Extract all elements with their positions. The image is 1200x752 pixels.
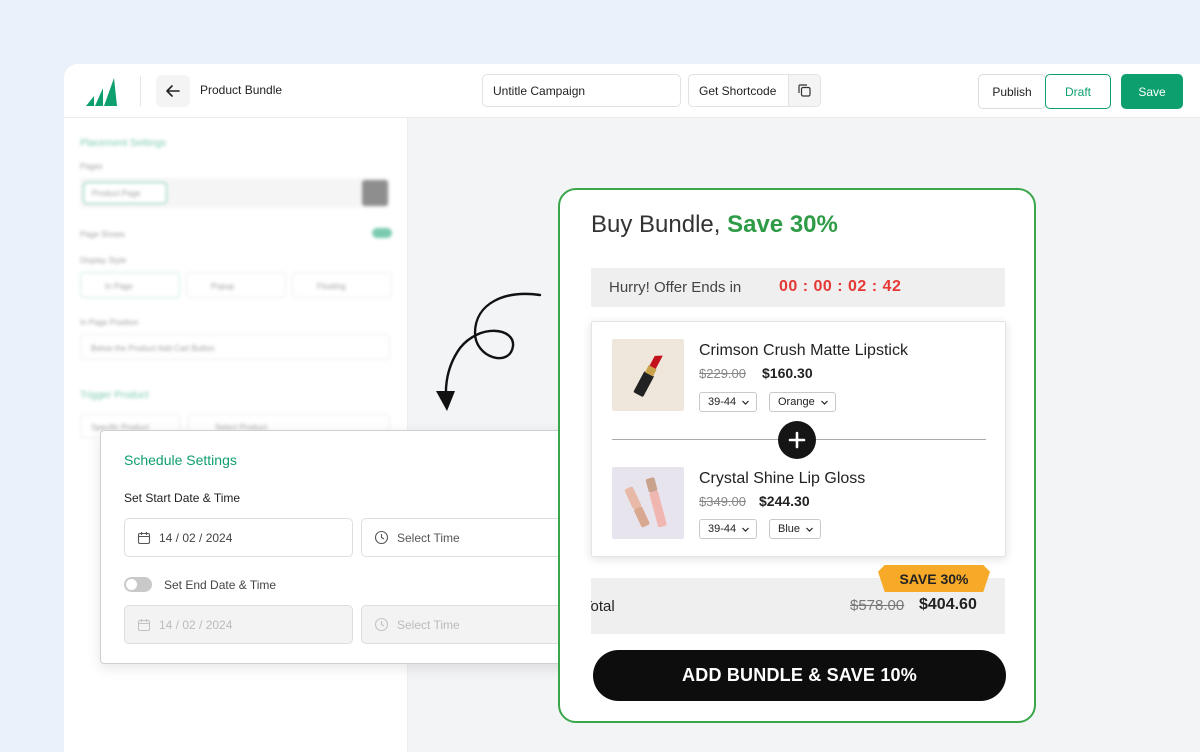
display-style-label: Display Style: [80, 256, 127, 265]
clock-icon: [374, 617, 389, 632]
product-new-price: $244.30: [759, 493, 810, 509]
page-title: Product Bundle: [200, 83, 283, 97]
total-label-text: Total: [591, 598, 615, 615]
back-button[interactable]: [156, 75, 190, 107]
pages-add-button[interactable]: [362, 180, 388, 206]
add-bundle-button[interactable]: ADD BUNDLE & SAVE 10%: [593, 650, 1006, 701]
countdown-timer: 00 : 00 : 02 : 42: [779, 278, 902, 295]
shortcode-label: Get Shortcode: [699, 83, 777, 98]
position-label: In Page Position: [80, 318, 139, 327]
plus-icon: [778, 421, 816, 459]
chevron-down-icon: [742, 527, 750, 532]
draft-button[interactable]: Draft: [1045, 74, 1111, 109]
total-new-price: $404.60: [919, 596, 977, 613]
schedule-settings-panel: Schedule Settings Set Start Date & Time …: [100, 430, 614, 664]
trigger-product-heading: Trigger Product: [80, 390, 149, 401]
countdown-label: Hurry! Offer Ends in: [609, 279, 742, 296]
start-date-value: 14 / 02 / 2024: [159, 530, 233, 545]
position-value: Below the Product Add Cart Button: [91, 344, 215, 353]
save-button[interactable]: Save: [1121, 74, 1183, 109]
start-date-label: Set Start Date & Time: [124, 491, 241, 505]
countdown-bar: Hurry! Offer Ends in 00 : 00 : 02 : 42: [591, 268, 1005, 307]
position-select[interactable]: Below the Product Add Cart Button: [80, 334, 390, 360]
end-date-field[interactable]: 14 / 02 / 2024: [124, 605, 353, 644]
display-option-popup[interactable]: Popup: [186, 272, 286, 298]
lip-gloss-icon: [624, 477, 667, 528]
display-option-label: In Page: [105, 282, 133, 291]
chevron-down-icon: [742, 400, 750, 405]
start-date-field[interactable]: 14 / 02 / 2024: [124, 518, 353, 557]
chevron-down-icon: [806, 527, 813, 532]
end-time-select[interactable]: Select Time: [361, 605, 590, 644]
total-label: Total: [591, 598, 631, 615]
size-value: 39-44: [708, 523, 737, 535]
placement-settings-heading: Placement Settings: [80, 138, 167, 149]
product-new-price: $160.30: [762, 365, 813, 381]
color-select[interactable]: Orange: [769, 392, 836, 412]
product-name: Crimson Crush Matte Lipstick: [699, 342, 908, 359]
color-value: Blue: [778, 523, 801, 535]
bundle-preview-widget: Buy Bundle, Save 30% Hurry! Offer Ends i…: [558, 188, 1036, 723]
size-select[interactable]: 39-44: [699, 392, 758, 412]
product-image-lip-gloss: [612, 467, 684, 539]
campaign-name-input[interactable]: [482, 74, 681, 107]
pages-chip-label: Product Page: [92, 189, 141, 198]
product-old-price: $349.00: [699, 494, 746, 509]
brand-logo: [86, 78, 117, 106]
calendar-icon: [137, 618, 151, 632]
product-name: Crystal Shine Lip Gloss: [699, 470, 866, 487]
schedule-settings-title: Schedule Settings: [124, 452, 237, 468]
arrow-left-icon: [166, 85, 180, 97]
end-date-value: 14 / 02 / 2024: [159, 617, 233, 632]
end-time-placeholder: Select Time: [397, 617, 460, 632]
bundle-products: Crimson Crush Matte Lipstick $229.00 $16…: [591, 321, 1006, 557]
end-date-toggle[interactable]: [124, 577, 152, 592]
color-select[interactable]: Blue: [769, 519, 822, 539]
size-value: 39-44: [708, 396, 737, 408]
bundle-title-prefix: Buy Bundle,: [591, 211, 728, 238]
display-option-label: Popup: [211, 282, 235, 291]
pages-field[interactable]: Product Page: [80, 178, 390, 208]
product-image-lipstick: [612, 339, 684, 411]
copy-icon: [798, 84, 811, 97]
clock-icon: [374, 530, 389, 545]
page-shows-toggle[interactable]: [372, 228, 392, 238]
start-time-placeholder: Select Time: [397, 530, 460, 545]
display-option-floating[interactable]: Floating: [292, 272, 392, 298]
pages-label: Pages: [80, 162, 103, 171]
chevron-down-icon: [820, 400, 828, 405]
start-time-select[interactable]: Select Time: [361, 518, 590, 557]
color-value: Orange: [778, 396, 815, 408]
bundle-title-highlight: Save 30%: [727, 211, 838, 238]
top-bar: Product Bundle Get Shortcode Publish Dra…: [64, 64, 1200, 118]
page-shows-label: Page Shows: [80, 230, 125, 239]
calendar-icon: [137, 531, 151, 545]
lipstick-icon: [633, 355, 663, 397]
size-select[interactable]: 39-44: [699, 519, 758, 539]
display-option-label: Floating: [317, 282, 346, 291]
curved-arrow-icon: [436, 292, 542, 411]
get-shortcode-button[interactable]: Get Shortcode: [688, 74, 821, 107]
bundle-title: Buy Bundle, Save 30%: [591, 211, 838, 239]
end-date-toggle-label: Set End Date & Time: [164, 578, 277, 592]
total-old-price: $578.00: [850, 597, 905, 614]
product-old-price: $229.00: [699, 366, 746, 381]
display-option-in-page[interactable]: In Page: [80, 272, 180, 298]
divider: [140, 76, 141, 106]
publish-button[interactable]: Publish: [978, 74, 1046, 109]
copy-button[interactable]: [788, 75, 820, 106]
save-badge: SAVE 30%: [878, 565, 990, 592]
pages-chip: Product Page: [83, 182, 167, 204]
